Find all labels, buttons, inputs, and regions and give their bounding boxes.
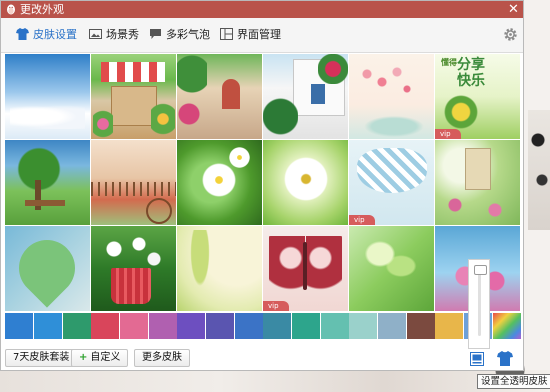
skin-thumbnail[interactable] (91, 226, 176, 311)
color-swatch[interactable] (493, 313, 521, 339)
desktop-sketch-bottom (0, 370, 550, 392)
custom-label: 自定义 (90, 352, 121, 363)
window-title: 更改外观 (20, 3, 64, 16)
vip-badge: vip (435, 129, 461, 139)
title-bar[interactable]: 更改外观 ✕ (1, 1, 523, 18)
picture-icon (89, 29, 102, 39)
color-swatch[interactable] (177, 313, 205, 339)
color-swatch-bar (5, 313, 521, 339)
color-swatch[interactable] (292, 313, 320, 339)
appearance-window: 更改外观 ✕ 皮肤设置 场景秀 多彩气泡 界面管理 懂得 分享 快乐 vip v… (0, 0, 524, 371)
color-swatch[interactable] (5, 313, 33, 339)
tab-skin-settings[interactable]: 皮肤设置 (16, 26, 77, 44)
tab-bar: 皮肤设置 场景秀 多彩气泡 界面管理 (1, 18, 523, 53)
skin-thumbnail[interactable]: vip (349, 140, 434, 225)
color-swatch[interactable] (63, 313, 91, 339)
tab-label: 场景秀 (106, 28, 139, 41)
tab-label: 皮肤设置 (33, 28, 77, 41)
color-swatch[interactable] (263, 313, 291, 339)
skin-thumbnail[interactable] (177, 226, 262, 311)
skin-thumbnail[interactable]: 懂得 分享 快乐 vip (435, 54, 520, 139)
skin-thumbnail[interactable] (263, 140, 348, 225)
skin-thumbnail[interactable] (263, 54, 348, 139)
color-swatch[interactable] (149, 313, 177, 339)
skin-thumbnail[interactable]: vip (263, 226, 348, 311)
skin-thumbnail[interactable] (5, 226, 90, 311)
desktop-sketch-right (528, 110, 550, 230)
color-swatch[interactable] (378, 313, 406, 339)
plus-icon: + (79, 352, 88, 363)
vip-badge: vip (263, 301, 289, 311)
skin-thumbnail[interactable] (349, 54, 434, 139)
color-swatch[interactable] (407, 313, 435, 339)
shirt-icon (16, 28, 29, 40)
tab-label: 多彩气泡 (166, 28, 210, 41)
thumbnail-text: 快乐 (457, 73, 485, 89)
seven-day-skin-pack-button[interactable]: 7天皮肤套装 (5, 349, 78, 367)
color-swatch[interactable] (235, 313, 263, 339)
skin-thumbnail[interactable] (177, 140, 262, 225)
color-swatch[interactable] (34, 313, 62, 339)
skin-thumbnail-grid: 懂得 分享 快乐 vip vip vip (5, 54, 521, 312)
thumbnail-small-text: 懂得 (441, 58, 457, 67)
tab-label: 界面管理 (237, 28, 281, 41)
skin-thumbnail[interactable] (5, 54, 90, 139)
tooltip: 设置全透明皮肤 (477, 374, 550, 389)
tab-scene-show[interactable]: 场景秀 (89, 26, 139, 44)
layout-icon (220, 28, 233, 40)
close-button[interactable]: ✕ (505, 1, 522, 18)
transparent-skin-icon[interactable] (470, 352, 484, 366)
skin-thumbnail[interactable] (91, 54, 176, 139)
slider-track (478, 268, 481, 336)
color-swatch[interactable] (435, 313, 463, 339)
slider-handle[interactable] (474, 265, 487, 275)
color-swatch[interactable] (120, 313, 148, 339)
shirt-icon[interactable] (497, 351, 513, 366)
custom-skin-button[interactable]: + 自定义 (71, 349, 129, 367)
color-swatch[interactable] (321, 313, 349, 339)
skin-thumbnail[interactable] (435, 140, 520, 225)
transparency-slider[interactable] (468, 259, 490, 349)
color-swatch[interactable] (349, 313, 377, 339)
more-skins-button[interactable]: 更多皮肤 (134, 349, 190, 367)
color-swatch[interactable] (206, 313, 234, 339)
tab-color-bubbles[interactable]: 多彩气泡 (149, 26, 210, 44)
skin-thumbnail[interactable] (177, 54, 262, 139)
qq-penguin-icon (7, 4, 15, 15)
skin-thumbnail[interactable] (349, 226, 434, 311)
skin-thumbnail[interactable] (5, 140, 90, 225)
vip-badge: vip (349, 215, 375, 225)
gear-icon[interactable] (503, 27, 518, 42)
tab-interface-management[interactable]: 界面管理 (220, 26, 281, 44)
color-swatch[interactable] (91, 313, 119, 339)
speech-bubble-icon (150, 29, 161, 39)
skin-thumbnail[interactable] (91, 140, 176, 225)
